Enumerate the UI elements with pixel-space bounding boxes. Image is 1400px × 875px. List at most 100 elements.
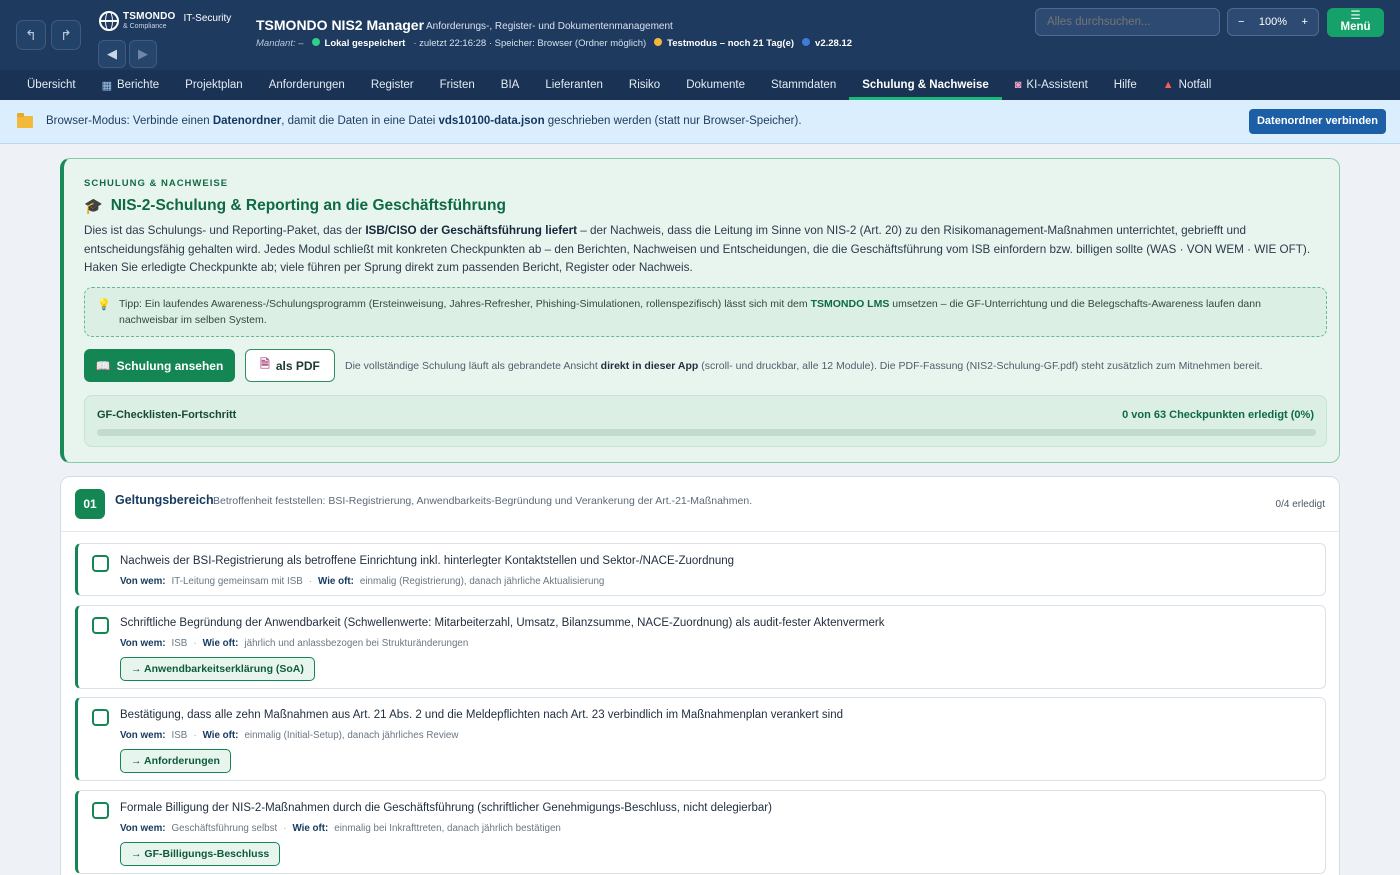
book-icon: 📖 <box>95 358 111 373</box>
back-button[interactable]: ◀ <box>98 40 126 68</box>
checkbox[interactable] <box>92 802 109 819</box>
section-title-text: NIS-2-Schulung & Reporting an die Geschä… <box>110 197 506 214</box>
tab-projektplan[interactable]: Projektplan <box>172 70 256 100</box>
module-header[interactable]: 01 Geltungsbereich Betroffenheit festste… <box>61 477 1339 532</box>
tab-hilfe[interactable]: Hilfe <box>1101 70 1150 100</box>
zoom-in-button[interactable]: + <box>1302 16 1308 28</box>
from-value: ISB <box>171 638 188 649</box>
lightbulb-icon: 💡 <box>97 299 111 311</box>
frequency-value: jährlich und anlassbezogen bei Strukturä… <box>244 638 469 649</box>
section-kicker: SCHULUNG & NACHWEISE <box>84 178 229 189</box>
tab-label: KI-Assistent <box>1026 79 1088 91</box>
module-done-count: 0/4 erledigt <box>1275 499 1325 510</box>
separator: · <box>193 730 197 741</box>
checkbox[interactable] <box>92 555 109 572</box>
tab-risiko[interactable]: Risiko <box>616 70 673 100</box>
status-row: Mandant: – Lokal gespeichert · zuletzt 2… <box>256 38 852 49</box>
from-label: Von wem: <box>120 730 166 741</box>
logo-name: TSMONDO <box>123 11 176 22</box>
tab-uebersicht[interactable]: Übersicht <box>14 70 89 100</box>
separator: · <box>193 638 197 649</box>
tab-dokumente[interactable]: Dokumente <box>673 70 758 100</box>
status-dot-green <box>311 38 320 46</box>
undo-button[interactable]: ↰ <box>16 20 46 50</box>
tab-fristen[interactable]: Fristen <box>427 70 488 100</box>
module-number: 01 <box>75 489 105 519</box>
frequency-value: einmalig (Initial-Setup), danach jährlic… <box>244 730 459 741</box>
from-label: Von wem: <box>120 576 166 587</box>
tab-label: Register <box>370 79 414 91</box>
from-value: Geschäftsführung selbst <box>171 823 278 834</box>
tab-register[interactable]: Register <box>358 70 427 100</box>
banner-text-part: , damit die Daten in eine Datei <box>281 115 439 127</box>
global-search-input[interactable] <box>1035 8 1220 36</box>
folder-icon <box>17 113 33 128</box>
version-text: v2.28.12 <box>815 38 853 49</box>
module-card: 01 Geltungsbereich Betroffenheit festste… <box>60 476 1340 875</box>
tab-label: Anforderungen <box>268 79 345 91</box>
zoom-out-button[interactable]: − <box>1238 16 1244 28</box>
tab-label: Risiko <box>628 79 661 91</box>
zoom-level: 100% <box>1258 16 1288 28</box>
banner-text: Browser-Modus: Verbinde einen Datenordne… <box>46 115 802 127</box>
training-note: Die vollständige Schulung läuft als gebr… <box>345 360 1263 372</box>
pdf-label: als PDF <box>275 358 320 373</box>
tab-lieferanten[interactable]: Lieferanten <box>532 70 616 100</box>
banner-text-part: geschrieben werden (statt nur Browser-Sp… <box>544 115 802 127</box>
logo-text: TSMONDO & Compliance <box>123 11 176 31</box>
checklist-item: Formale Billigung der NIS-2-Maßnahmen du… <box>75 790 1326 874</box>
training-intro-card: SCHULUNG & NACHWEISE 🎓 NIS-2-Schulung & … <box>60 158 1340 463</box>
view-training-button[interactable]: 📖 Schulung ansehen <box>84 349 235 382</box>
tab-anforderungen[interactable]: Anforderungen <box>256 70 358 100</box>
from-label: Von wem: <box>120 823 166 834</box>
jump-link-button[interactable]: → Anforderungen <box>120 749 231 773</box>
checkpoint-text: Formale Billigung der NIS-2-Maßnahmen du… <box>120 802 772 814</box>
progress-count: 0 von 63 Checkpunkten erledigt (0%) <box>1122 409 1314 421</box>
jump-link-button[interactable]: → Anwendbarkeitserklärung (SoA) <box>120 657 315 681</box>
mandant-label: Mandant: – <box>256 38 304 49</box>
connect-data-folder-button[interactable]: Datenordner verbinden <box>1249 109 1386 134</box>
pdf-button[interactable]: 🗎 als PDF <box>245 349 335 382</box>
graduation-cap-icon: 🎓 <box>84 198 103 215</box>
forward-button[interactable]: ▶ <box>129 40 157 68</box>
view-training-label: Schulung ansehen <box>116 358 224 373</box>
checklist-item: Bestätigung, dass alle zehn Maßnahmen au… <box>75 697 1326 781</box>
checkbox[interactable] <box>92 617 109 634</box>
checklist-progress: GF-Checklisten-Fortschritt 0 von 63 Chec… <box>84 395 1327 447</box>
app-subtitle: Anforderungs-, Register- und Dokumentenm… <box>426 21 673 32</box>
intro-strong: ISB/CISO der Geschäftsführung liefert <box>365 224 578 237</box>
from-label: Von wem: <box>120 638 166 649</box>
tab-notfall[interactable]: ▲ Notfall <box>1150 70 1225 100</box>
chart-icon: ▦ <box>101 79 112 92</box>
progress-bar <box>97 429 1316 436</box>
intro-description: Dies ist das Schulungs- und Reporting-Pa… <box>84 222 1314 278</box>
redo-button[interactable]: ↱ <box>51 20 81 50</box>
lms-tip-box: 💡 Tipp: Ein laufendes Awareness-/Schulun… <box>84 287 1327 337</box>
checkpoint-text: Schriftliche Begründung der Anwendbarkei… <box>120 617 885 629</box>
tab-ki-assistent[interactable]: ◙ KI-Assistent <box>1002 70 1101 100</box>
app-header: ↰ ↱ TSMONDO & Compliance IT-Security ◀ ▶… <box>0 0 1400 70</box>
frequency-label: Wie oft: <box>318 576 354 587</box>
banner-text-part: Browser-Modus: Verbinde einen <box>46 115 213 127</box>
separator: · <box>308 576 313 587</box>
tab-bia[interactable]: BIA <box>488 70 533 100</box>
tab-stammdaten[interactable]: Stammdaten <box>758 70 849 100</box>
section-title: 🎓 NIS-2-Schulung & Reporting an die Gesc… <box>84 197 506 215</box>
from-value: IT-Leitung gemeinsam mit ISB <box>171 576 303 587</box>
jump-link-button[interactable]: → GF-Billigungs-Beschluss <box>120 842 281 866</box>
menu-button[interactable]: ☰ Menü <box>1327 8 1384 37</box>
from-value: ISB <box>171 730 188 741</box>
tab-label: Projektplan <box>185 79 243 91</box>
status-dot-amber <box>654 38 663 46</box>
tab-berichte[interactable]: ▦ Berichte <box>89 70 173 100</box>
checkpoint-meta: Von wem: Geschäftsführung selbst · Wie of… <box>120 823 561 834</box>
banner-filename: vds10100-data.json <box>438 115 545 127</box>
checkpoint-text: Nachweis der BSI-Registrierung als betro… <box>120 555 735 567</box>
separator: · <box>283 823 287 834</box>
undo-icon: ↰ <box>25 26 37 43</box>
tab-schulung-nachweise[interactable]: Schulung & Nachweise <box>849 70 1002 100</box>
frequency-value: einmalig bei Inkrafttreten, danach jährl… <box>334 823 561 834</box>
progress-label: GF-Checklisten-Fortschritt <box>97 409 237 421</box>
checkbox[interactable] <box>92 709 109 726</box>
frequency-label: Wie oft: <box>292 823 329 834</box>
